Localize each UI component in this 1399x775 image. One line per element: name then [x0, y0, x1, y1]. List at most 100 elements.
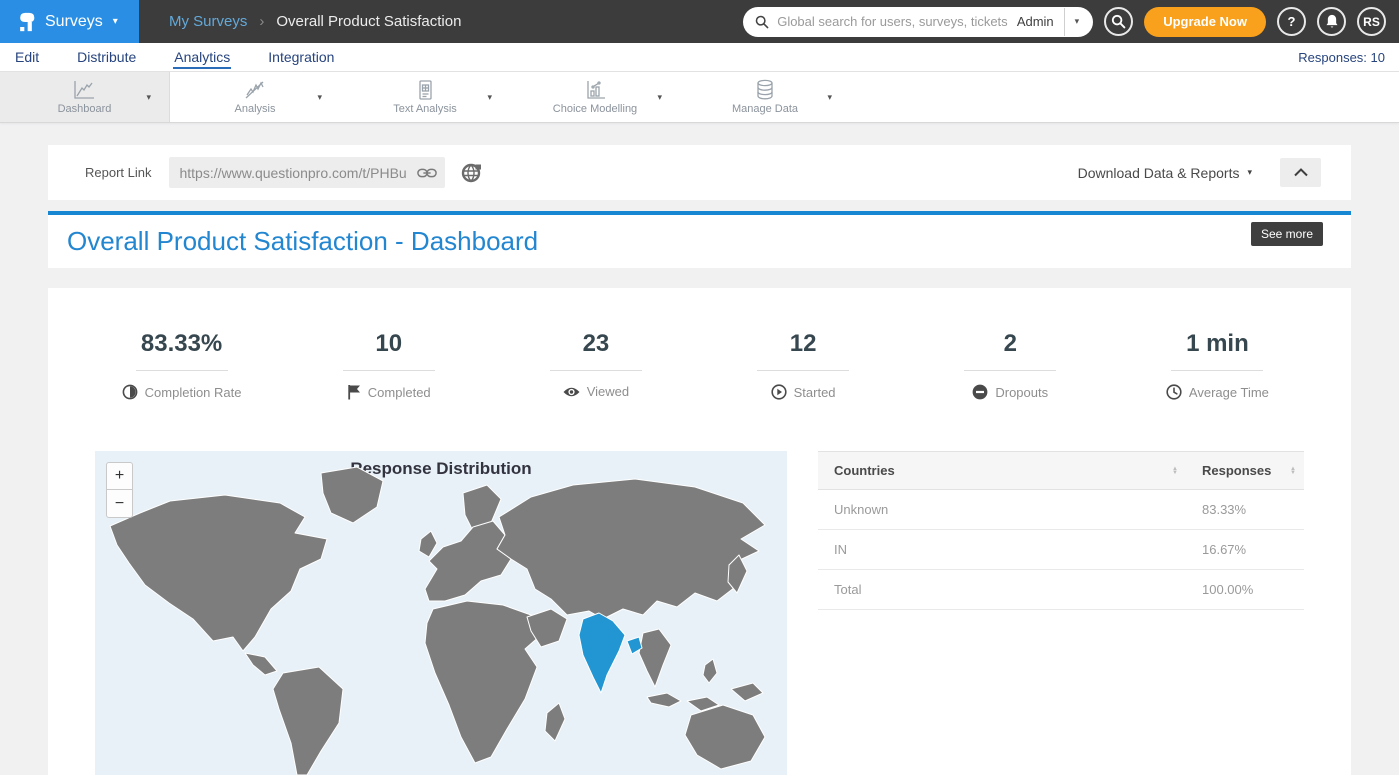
- avatar-initials: RS: [1363, 15, 1380, 29]
- page-title: Overall Product Satisfaction - Dashboard: [67, 226, 538, 257]
- search-icon: [755, 15, 769, 29]
- map-asia: [497, 479, 765, 619]
- map-central-america: [245, 653, 277, 675]
- text-analysis-dropdown-caret-icon[interactable]: ▾: [487, 92, 492, 103]
- table-row: IN 16.67%: [818, 530, 1304, 570]
- nav-item-distribute[interactable]: Distribute: [76, 45, 137, 69]
- stat-label: Dropouts: [995, 385, 1048, 400]
- title-bar: Overall Product Satisfaction - Dashboard: [48, 215, 1351, 268]
- upgrade-now-button[interactable]: Upgrade Now: [1144, 7, 1266, 37]
- stat-started: 12 Started: [700, 330, 907, 400]
- stat-completed: 10 Completed: [285, 330, 492, 400]
- map-south-america: [273, 667, 343, 775]
- report-bar-actions: Download Data & Reports ▾: [1078, 158, 1321, 187]
- chevron-up-icon: [1294, 168, 1308, 177]
- map-indonesia-west: [647, 693, 681, 707]
- responses-cell: 16.67%: [1186, 530, 1304, 570]
- country-cell: Unknown: [818, 490, 1186, 530]
- stat-label: Started: [794, 385, 836, 400]
- product-name: Surveys: [45, 13, 103, 31]
- dashboard-card: 83.33% Completion Rate 10 Completed 23: [48, 288, 1351, 775]
- stat-value: 2: [907, 330, 1114, 358]
- toolbar-item-dashboard[interactable]: Dashboard ▾: [0, 72, 170, 122]
- eye-icon: [563, 385, 580, 399]
- play-icon: [771, 384, 787, 400]
- map-india-highlight: [579, 613, 625, 693]
- avatar[interactable]: RS: [1357, 7, 1386, 36]
- map-greenland: [321, 467, 383, 523]
- toolbar-item-label: Manage Data: [732, 103, 798, 115]
- help-button[interactable]: ?: [1277, 7, 1306, 36]
- zoom-in-button[interactable]: +: [106, 462, 133, 490]
- stat-viewed: 23 Viewed: [492, 330, 699, 400]
- toolbar-item-label: Text Analysis: [393, 103, 457, 115]
- stat-label: Viewed: [587, 384, 629, 399]
- download-data-reports-menu[interactable]: Download Data & Reports: [1078, 165, 1240, 181]
- see-more-tooltip: See more: [1251, 222, 1323, 246]
- toolbar-item-label: Analysis: [235, 103, 276, 115]
- breadcrumb-parent[interactable]: My Surveys: [169, 13, 247, 30]
- zigzag-chart-icon: [243, 79, 267, 101]
- manage-data-dropdown-caret-icon[interactable]: ▾: [827, 92, 832, 103]
- report-url-input[interactable]: [179, 165, 417, 181]
- gauge-icon: [122, 384, 138, 400]
- stat-label: Completion Rate: [145, 385, 242, 400]
- toolbar-item-analysis[interactable]: Analysis ▾: [170, 72, 340, 122]
- dashboard-dropdown-caret-icon[interactable]: ▾: [146, 92, 151, 103]
- survey-nav: Edit Distribute Analytics Integration Re…: [0, 43, 1399, 72]
- column-header-countries[interactable]: Countries ▲▼: [818, 452, 1186, 490]
- stat-completion-rate: 83.33% Completion Rate: [78, 330, 285, 400]
- database-icon: [753, 79, 777, 101]
- table-row: Total 100.00%: [818, 570, 1304, 610]
- stat-value: 1 min: [1114, 330, 1321, 358]
- nav-item-integration[interactable]: Integration: [267, 45, 335, 69]
- map-africa: [425, 601, 541, 763]
- report-url-field: [169, 157, 445, 188]
- globe-lock-icon: [461, 162, 483, 184]
- report-privacy-button[interactable]: [461, 162, 483, 184]
- nav-item-analytics[interactable]: Analytics: [173, 45, 231, 69]
- report-link-label: Report Link: [85, 165, 151, 180]
- countries-table-panel: Countries ▲▼ Responses ▲▼: [818, 451, 1304, 775]
- stat-value: 12: [700, 330, 907, 358]
- stat-label: Completed: [368, 385, 431, 400]
- link-icon[interactable]: [417, 167, 437, 179]
- nav-item-edit[interactable]: Edit: [14, 45, 40, 69]
- map-north-america: [110, 495, 327, 651]
- breadcrumb: My Surveys › Overall Product Satisfactio…: [169, 13, 461, 30]
- column-header-responses[interactable]: Responses ▲▼: [1186, 452, 1304, 490]
- bell-icon: [1325, 14, 1339, 29]
- map-zoom-controls: + −: [106, 462, 133, 518]
- choice-modelling-dropdown-caret-icon[interactable]: ▾: [657, 92, 662, 103]
- flag-icon: [347, 384, 361, 400]
- notifications-button[interactable]: [1317, 7, 1346, 36]
- search-scope-caret-icon[interactable]: ▾: [1065, 16, 1084, 27]
- countries-table: Countries ▲▼ Responses ▲▼: [818, 451, 1304, 610]
- analysis-dropdown-caret-icon[interactable]: ▾: [317, 92, 322, 103]
- questionpro-logo-icon: [16, 10, 36, 34]
- download-caret-icon[interactable]: ▾: [1247, 167, 1252, 178]
- toolbar-item-manage-data[interactable]: Manage Data ▾: [680, 72, 850, 122]
- toolbar-item-text-analysis[interactable]: Text Analysis ▾: [340, 72, 510, 122]
- search-button[interactable]: [1104, 7, 1133, 36]
- search-input[interactable]: [777, 14, 1013, 29]
- responses-cell: 83.33%: [1186, 490, 1304, 530]
- search-scope[interactable]: Admin: [1013, 14, 1064, 29]
- search-icon: [1111, 14, 1126, 29]
- product-switcher[interactable]: Surveys ▾: [0, 0, 139, 43]
- toolbar-item-choice-modelling[interactable]: Choice Modelling ▾: [510, 72, 680, 122]
- collapse-report-bar-button[interactable]: [1280, 158, 1321, 187]
- topbar-actions: Admin ▾ Upgrade Now ? RS: [743, 7, 1399, 37]
- stat-label: Average Time: [1189, 385, 1269, 400]
- map-europe: [425, 521, 511, 601]
- world-map[interactable]: [95, 451, 787, 775]
- top-bar: Surveys ▾ My Surveys › Overall Product S…: [0, 0, 1399, 43]
- table-header-row: Countries ▲▼ Responses ▲▼: [818, 452, 1304, 490]
- sort-icon[interactable]: ▲▼: [1172, 467, 1178, 475]
- sort-icon[interactable]: ▲▼: [1290, 467, 1296, 475]
- zoom-out-button[interactable]: −: [106, 490, 133, 518]
- column-header-label: Responses: [1202, 463, 1271, 478]
- map-indochina: [639, 629, 671, 687]
- map-madagascar: [545, 703, 565, 741]
- responses-cell: 100.00%: [1186, 570, 1304, 610]
